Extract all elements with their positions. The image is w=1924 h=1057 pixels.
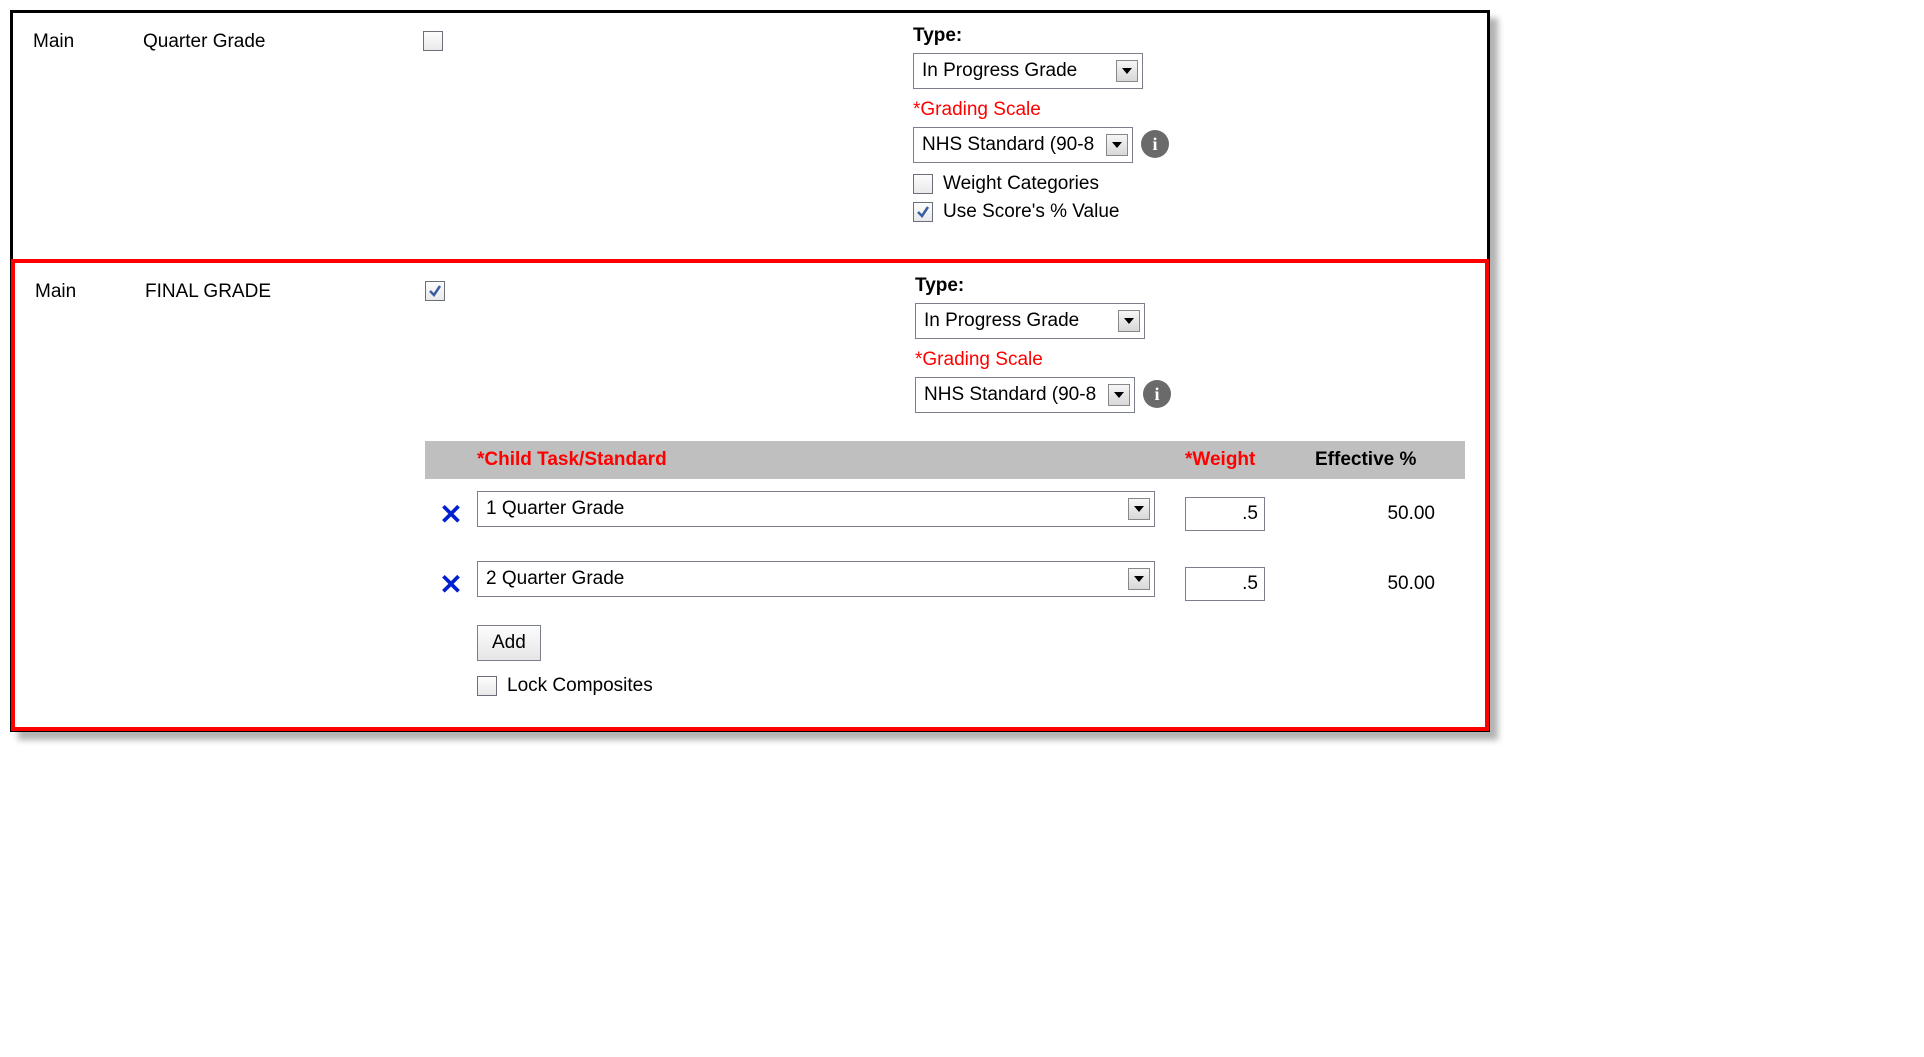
info-icon[interactable]: i xyxy=(1141,130,1169,158)
use-score-percent-checkbox[interactable] xyxy=(913,202,933,222)
delete-child-icon[interactable]: ✕ xyxy=(439,499,462,530)
info-icon[interactable]: i xyxy=(1143,380,1171,408)
child-task-select[interactable]: 1 Quarter Grade xyxy=(477,491,1155,527)
weight-categories-label: Weight Categories xyxy=(943,173,1099,195)
weight-categories-checkbox[interactable] xyxy=(913,174,933,194)
task-label: Quarter Grade xyxy=(143,25,423,53)
effective-value: 50.00 xyxy=(1315,503,1465,525)
child-row: ✕ 1 Quarter Grade 50.00 xyxy=(425,479,1465,549)
child-table-header: *Child Task/Standard *Weight Effective % xyxy=(425,441,1465,479)
effective-value: 50.00 xyxy=(1315,573,1465,595)
child-task-header: *Child Task/Standard xyxy=(477,449,1185,471)
chevron-down-icon xyxy=(1106,134,1128,156)
composite-checkbox[interactable] xyxy=(425,281,445,301)
chevron-down-icon xyxy=(1128,498,1150,520)
effective-header: Effective % xyxy=(1315,449,1465,471)
grading-scale-select[interactable]: NHS Standard (90-8 xyxy=(915,377,1135,413)
chevron-down-icon xyxy=(1128,568,1150,590)
composite-checkbox[interactable] xyxy=(423,31,443,51)
grading-scale-value: NHS Standard (90-8 xyxy=(922,134,1100,156)
chevron-down-icon xyxy=(1118,310,1140,332)
final-grade-highlight: Main FINAL GRADE Type: In Progress Grade… xyxy=(11,259,1489,731)
weight-input[interactable] xyxy=(1185,497,1265,531)
group-label: Main xyxy=(33,25,143,53)
chevron-down-icon xyxy=(1108,384,1130,406)
child-task-value: 1 Quarter Grade xyxy=(486,498,1122,520)
type-select-value: In Progress Grade xyxy=(922,60,1110,82)
type-select[interactable]: In Progress Grade xyxy=(913,53,1143,89)
child-task-value: 2 Quarter Grade xyxy=(486,568,1122,590)
task-label: FINAL GRADE xyxy=(145,275,425,303)
task-row-final-grade: Main FINAL GRADE Type: In Progress Grade… xyxy=(15,263,1485,727)
delete-child-icon[interactable]: ✕ xyxy=(439,569,462,600)
child-row: ✕ 2 Quarter Grade 50.00 xyxy=(425,549,1465,619)
grading-scale-label: *Grading Scale xyxy=(913,99,1467,121)
type-label: Type: xyxy=(915,275,1465,297)
child-task-select[interactable]: 2 Quarter Grade xyxy=(477,561,1155,597)
lock-composites-checkbox[interactable] xyxy=(477,676,497,696)
weight-input[interactable] xyxy=(1185,567,1265,601)
task-row-quarter-grade: Main Quarter Grade Type: In Progress Gra… xyxy=(13,13,1487,259)
type-label: Type: xyxy=(913,25,1467,47)
grading-scale-value: NHS Standard (90-8 xyxy=(924,384,1102,406)
weight-header: *Weight xyxy=(1185,449,1315,471)
add-child-button[interactable]: Add xyxy=(477,625,541,661)
chevron-down-icon xyxy=(1116,60,1138,82)
lock-composites-label: Lock Composites xyxy=(507,675,653,697)
use-score-percent-label: Use Score's % Value xyxy=(943,201,1119,223)
grading-scale-select[interactable]: NHS Standard (90-8 xyxy=(913,127,1133,163)
grade-settings-panel: Main Quarter Grade Type: In Progress Gra… xyxy=(10,10,1490,732)
type-select[interactable]: In Progress Grade xyxy=(915,303,1145,339)
type-select-value: In Progress Grade xyxy=(924,310,1112,332)
grading-scale-label: *Grading Scale xyxy=(915,349,1465,371)
group-label: Main xyxy=(35,275,145,303)
